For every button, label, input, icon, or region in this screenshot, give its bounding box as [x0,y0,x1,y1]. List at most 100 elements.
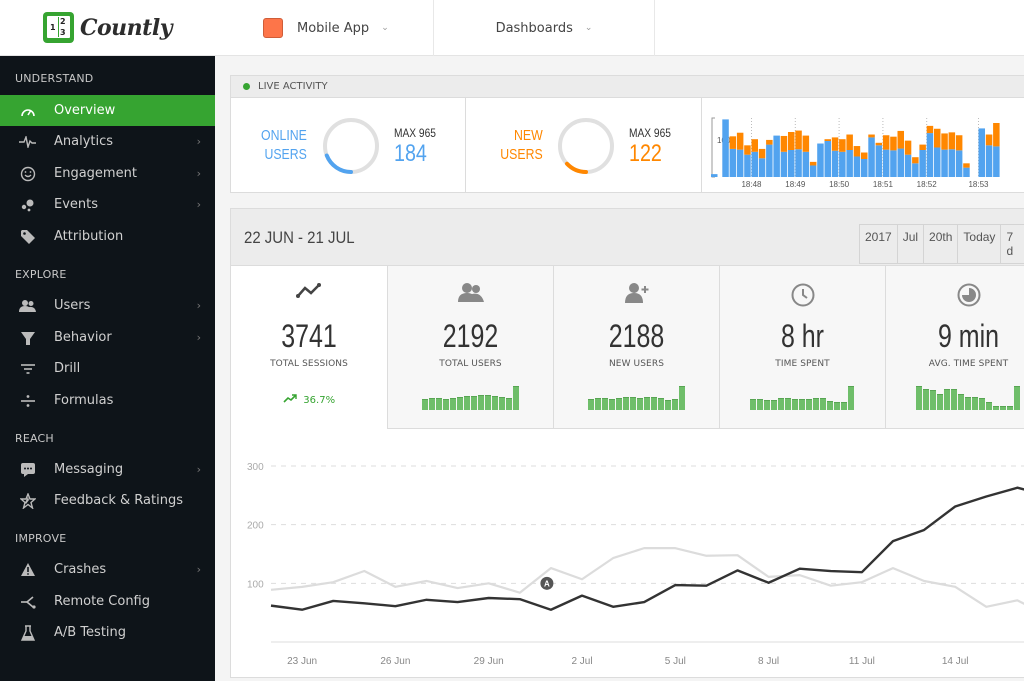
line-chart-icon [231,282,387,300]
live-bar-online [758,158,766,177]
sidebar-item-label: Messaging [54,462,124,477]
metric-value: 9 min [937,318,1000,354]
sparkline-bar [498,397,505,410]
online-users-value: 184 [394,140,427,167]
sparkline-bar [827,401,833,410]
live-bar-new [985,134,993,146]
sidebar-item-messaging[interactable]: Messaging › [0,454,215,485]
live-bar-new [897,130,904,149]
sparkline-bar [1000,406,1006,410]
clock-icon [720,282,885,308]
logo[interactable]: 1 2 3 Countly [0,0,215,56]
sparkline-bar [848,386,854,410]
metric-avg-time-spent[interactable]: 9 min AVG. TIME SPENT [886,266,1024,429]
live-bar-online [802,151,810,177]
chevron-right-icon: › [196,299,201,312]
bubbles-icon [18,198,38,212]
metric-value: 8 hr [780,318,824,354]
annotation-marker-a[interactable]: A [540,576,554,590]
live-bar-new [736,132,744,150]
metric-total-users[interactable]: 2192 TOTAL USERS [388,266,554,429]
sidebar-item-remote-config[interactable]: Remote Config [0,586,215,617]
live-bar-new [861,152,868,159]
sparkline-bar [923,389,929,410]
sparkline-bar [944,389,950,410]
sidebar-item-label: Events [54,197,99,212]
live-bar-new [941,133,948,150]
app-selector[interactable]: Mobile App ⌄ [215,0,434,56]
sparkline-bar [937,394,943,410]
sidebar-item-label: Drill [54,361,81,376]
live-bar-new [766,139,773,145]
live-bar-new [795,130,802,150]
sparkline-bar [757,399,763,410]
metric-label: TOTAL SESSIONS [270,359,348,369]
sparkline-bar [993,406,999,410]
metric-total-sessions[interactable]: 3741 TOTAL SESSIONS 36.7% [231,266,388,429]
sparkline-bar [470,396,477,410]
live-bar-new [788,132,795,150]
live-bar-new [926,125,934,134]
sparkline-bar [491,396,498,410]
sidebar-item-drill[interactable]: Drill [0,353,215,384]
sparkline-bar [650,397,657,410]
live-activity-panel: LIVE ACTIVITY ONLINE USERS MAX 965 184 N… [230,75,1024,193]
sidebar-item-engagement[interactable]: Engagement › [0,158,215,189]
filter-lines-icon [18,363,38,375]
dashboards-selector[interactable]: Dashboards ⌄ [434,0,655,56]
section-reach: REACH [15,432,54,445]
live-bar-online [882,149,890,177]
sparkline-bar [601,398,608,410]
chevron-right-icon: › [196,331,201,344]
live-bar-online [955,150,963,177]
sidebar-item-analytics[interactable]: Analytics › [0,126,215,157]
live-bar-new [963,163,970,168]
sidebar-item-feedback-ratings[interactable]: Feedback & Ratings [0,485,215,516]
date-period-buttons: 2017 Jul 20th Today 7 d [859,224,1024,264]
live-bar-new [802,135,810,152]
new-users-box: NEW USERS MAX 965 122 [466,98,702,193]
sidebar-item-label: Remote Config [54,594,151,609]
period-button-month[interactable]: Jul [898,225,925,263]
sidebar-item-crashes[interactable]: Crashes › [0,554,215,585]
sparkline-bar [678,386,685,410]
live-time-label: 18:48 [741,180,762,189]
x-tick-label: 8 Jul [758,656,779,667]
live-bar-new [780,135,788,152]
period-button-today[interactable]: Today [958,225,1002,263]
live-activity-chart: 10018:4818:4918:5018:5118:5218:53 [711,117,1000,189]
period-button-7days[interactable]: 7 d [1001,225,1024,263]
live-bar-online [963,167,970,177]
live-activity-header: LIVE ACTIVITY [231,76,1024,98]
metric-new-users[interactable]: 2188 NEW USERS [554,266,720,429]
period-button-year[interactable]: 2017 [860,225,898,263]
y-tick-label: 200 [247,521,264,532]
funnel-icon [18,330,38,346]
sidebar-item-attribution[interactable]: Attribution [0,221,215,252]
sparkline-bar [442,399,449,410]
sidebar-item-a-b-testing[interactable]: A/B Testing [0,617,215,648]
sparkline-bar [834,402,840,410]
sidebar-item-overview[interactable]: Overview [0,95,215,126]
sessions-line-chart: 100 200 300 23 Jun 26 Jun 29 Jun 2 Jul 5 Jul 8 J… [247,462,1024,667]
sidebar-item-label: Engagement [54,166,137,181]
sidebar-item-events[interactable]: Events › [0,189,215,220]
live-bar-online [846,150,853,177]
period-button-yesterday[interactable]: 20th [924,225,959,263]
sidebar-item-label: Feedback & Ratings [54,493,183,508]
sidebar-item-behavior[interactable]: Behavior › [0,322,215,353]
live-time-label: 18:53 [968,180,989,189]
metric-time-spent[interactable]: 8 hr TIME SPENT [720,266,886,429]
live-bar-online [861,159,868,177]
sidebar-item-formulas[interactable]: Formulas [0,385,215,416]
users-icon [18,299,38,313]
sidebar-item-users[interactable]: Users › [0,290,215,321]
live-time-label: 18:52 [917,180,938,189]
sidebar-item-label: Formulas [54,393,114,408]
sparkline-bar [643,397,650,410]
date-range-label[interactable]: 22 JUN - 21 JUL [244,228,355,248]
sparkline-bar [986,402,992,410]
sparkline-bar [657,398,664,410]
sparkline-bar [456,397,463,410]
live-bar-online [904,154,912,177]
